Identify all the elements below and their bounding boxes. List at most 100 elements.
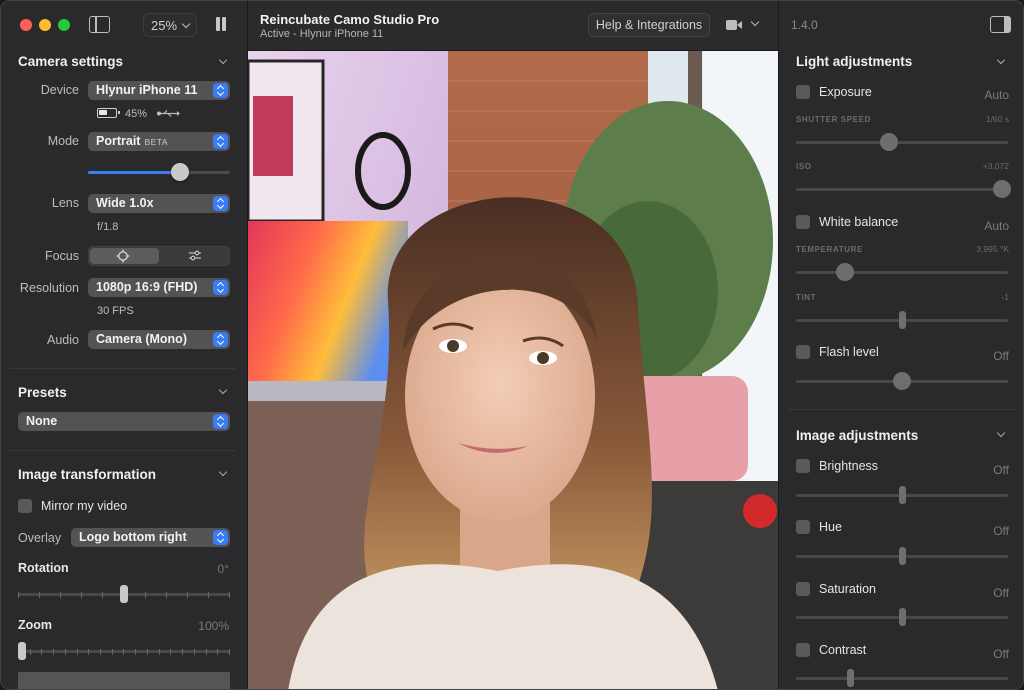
chevron-down-icon[interactable]: [218, 385, 228, 395]
app-subtitle: Active - Hlynur iPhone 11: [260, 28, 384, 40]
device-label: Device: [40, 83, 79, 97]
device-select[interactable]: Hlynur iPhone 11: [88, 81, 230, 100]
light-adjustments-title[interactable]: Light adjustments: [796, 54, 912, 69]
focus-label: Focus: [44, 249, 79, 263]
hue-slider-knob[interactable]: [899, 547, 906, 565]
flash-level-value: Off: [993, 349, 1009, 363]
image-transformation-title[interactable]: Image transformation: [18, 467, 156, 482]
sidebar-toggle-icon[interactable]: [89, 16, 110, 33]
battery-icon: [97, 108, 120, 118]
zoom-slider-knob[interactable]: [18, 642, 26, 660]
mode-value: Portrait: [96, 134, 141, 148]
camera-feed-image: [248, 51, 778, 689]
audio-select[interactable]: Camera (Mono): [88, 330, 230, 349]
rotation-slider-knob[interactable]: [120, 585, 128, 603]
iso-slider-knob[interactable]: [992, 180, 1011, 198]
mode-slider-knob[interactable]: [171, 163, 190, 181]
chevron-down-icon: [181, 19, 191, 28]
bottom-action-button[interactable]: [18, 672, 230, 689]
overlay-value: Logo bottom right: [79, 530, 187, 544]
fullscreen-window-button[interactable]: [58, 19, 70, 31]
saturation-label: Saturation: [819, 582, 876, 596]
saturation-value: Off: [993, 586, 1009, 600]
audio-value: Camera (Mono): [96, 332, 187, 346]
section-divider: [9, 368, 235, 369]
mirror-checkbox[interactable]: [18, 499, 32, 513]
contrast-slider-knob[interactable]: [847, 669, 854, 687]
chevron-down-icon[interactable]: [218, 55, 228, 65]
tint-slider-knob[interactable]: [898, 311, 906, 329]
flash-level-checkbox[interactable]: [796, 345, 810, 359]
iso-value: +3,072: [982, 161, 1009, 171]
zoom-dropdown[interactable]: 25%: [143, 13, 197, 37]
chevron-down-icon[interactable]: [750, 17, 760, 27]
lens-label: Lens: [51, 196, 79, 210]
exposure-value: Auto: [984, 88, 1009, 102]
temperature-slider-knob[interactable]: [835, 263, 854, 281]
resolution-label: Resolution: [19, 281, 79, 295]
chevron-down-icon[interactable]: [218, 467, 228, 477]
brightness-value: Off: [993, 463, 1009, 477]
usb-icon: [157, 110, 180, 117]
presets-value: None: [26, 414, 58, 428]
contrast-checkbox[interactable]: [796, 643, 810, 657]
select-arrows-icon: [213, 83, 228, 98]
resolution-value: 1080p 16:9 (FHD): [96, 280, 198, 294]
chevron-down-icon[interactable]: [996, 55, 1006, 65]
image-adjustments-title[interactable]: Image adjustments: [796, 428, 918, 443]
presets-select[interactable]: None: [18, 412, 230, 431]
audio-label: Audio: [47, 333, 79, 347]
right-sidebar-toggle-icon[interactable]: [990, 16, 1011, 33]
select-arrows-icon: [213, 134, 228, 149]
close-window-button[interactable]: [20, 19, 32, 31]
focus-segmented-control: [88, 246, 230, 266]
device-value: Hlynur iPhone 11: [96, 83, 198, 97]
select-arrows-icon: [213, 530, 228, 545]
beta-badge: BETA: [144, 137, 169, 147]
brightness-checkbox[interactable]: [796, 459, 810, 473]
overlay-select[interactable]: Logo bottom right: [71, 528, 230, 547]
video-preview: [248, 51, 778, 689]
hue-value: Off: [993, 524, 1009, 538]
saturation-slider-knob[interactable]: [899, 608, 906, 626]
shutter-speed-slider-knob[interactable]: [880, 133, 899, 151]
white-balance-checkbox[interactable]: [796, 215, 810, 229]
temperature-label: TEMPERATURE: [796, 245, 863, 254]
brightness-slider-knob[interactable]: [899, 486, 906, 504]
rotation-value: 0°: [217, 562, 229, 576]
saturation-checkbox[interactable]: [796, 582, 810, 596]
camera-settings-title[interactable]: Camera settings: [18, 54, 123, 69]
contrast-value: Off: [993, 647, 1009, 661]
battery-level: 45%: [125, 108, 148, 120]
mode-label: Mode: [47, 134, 79, 148]
flash-level-slider-knob[interactable]: [893, 372, 911, 390]
exposure-checkbox[interactable]: [796, 85, 810, 99]
app-window: 25% Camera settings Device Hlynur iPhone…: [0, 0, 1024, 690]
shutter-speed-label: SHUTTER SPEED: [796, 115, 871, 124]
select-arrows-icon: [213, 196, 228, 211]
center-toolbar: Reincubate Camo Studio Pro Active - Hlyn…: [248, 1, 778, 51]
help-integrations-button[interactable]: Help & Integrations: [588, 13, 710, 37]
temperature-slider-track: [796, 271, 1008, 274]
flash-level-label: Flash level: [819, 345, 879, 359]
lens-select[interactable]: Wide 1.0x: [88, 194, 230, 213]
white-balance-label: White balance: [819, 215, 899, 229]
section-divider: [789, 409, 1015, 410]
hue-checkbox[interactable]: [796, 520, 810, 534]
app-title: Reincubate Camo Studio Pro: [260, 12, 440, 27]
presets-title[interactable]: Presets: [18, 385, 67, 400]
exposure-label: Exposure: [819, 85, 872, 99]
sliders-icon[interactable]: [188, 250, 202, 262]
video-camera-icon[interactable]: [726, 20, 742, 30]
resolution-select[interactable]: 1080p 16:9 (FHD): [88, 278, 230, 297]
contrast-label: Contrast: [819, 643, 867, 657]
brightness-label: Brightness: [819, 459, 879, 473]
chevron-down-icon[interactable]: [996, 428, 1006, 438]
mode-select[interactable]: Portrait BETA: [88, 132, 230, 151]
left-sidebar: 25% Camera settings Device Hlynur iPhone…: [1, 1, 248, 689]
minimize-window-button[interactable]: [39, 19, 51, 31]
zoom-ticks: [18, 647, 230, 657]
crosshair-icon: [116, 249, 130, 263]
pause-icon[interactable]: [215, 17, 227, 31]
tint-label: TINT: [796, 293, 817, 302]
